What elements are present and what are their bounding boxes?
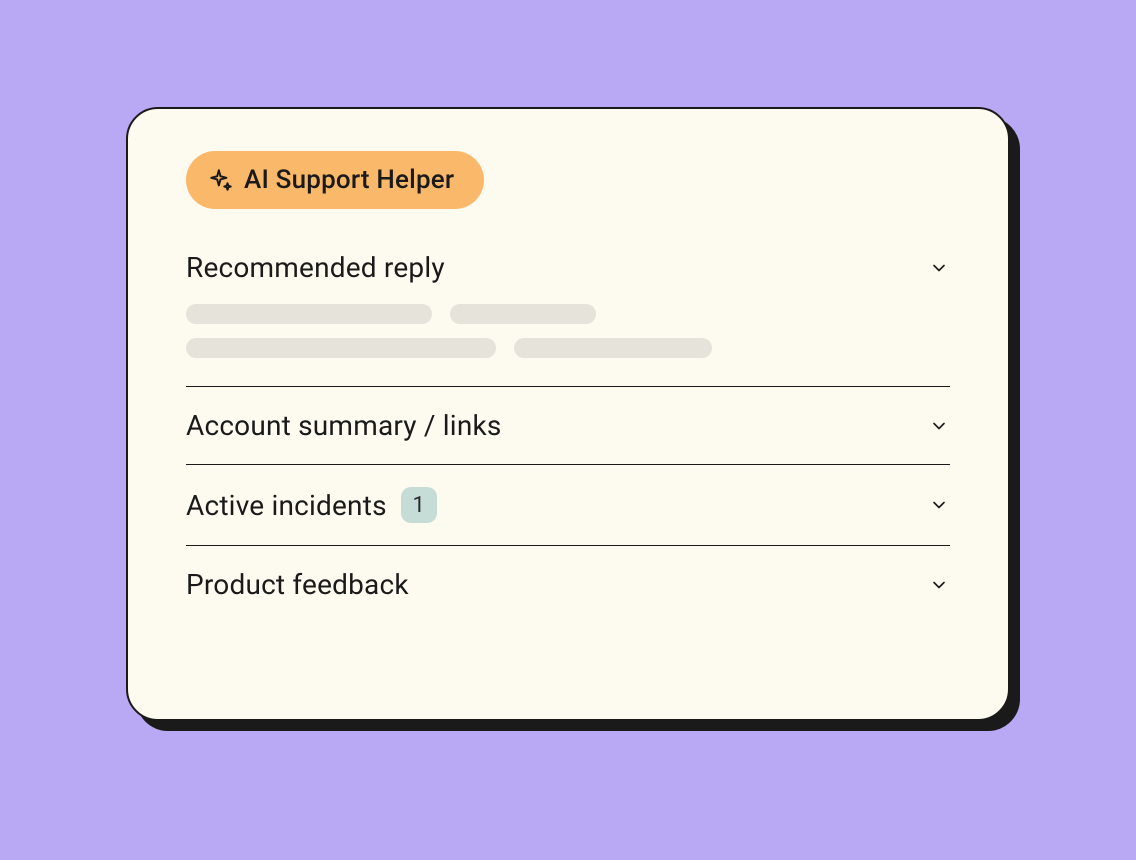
ai-helper-panel: AI Support Helper Recommended reply bbox=[126, 107, 1010, 721]
section-active-incidents: Active incidents 1 bbox=[186, 465, 950, 545]
section-recommended-reply: Recommended reply bbox=[186, 251, 950, 386]
skeleton-line bbox=[514, 338, 712, 358]
skeleton-line bbox=[186, 304, 432, 324]
section-header-account-summary[interactable]: Account summary / links bbox=[186, 387, 950, 464]
skeleton-line bbox=[186, 338, 496, 358]
section-title: Product feedback bbox=[186, 568, 409, 601]
section-header-active-incidents[interactable]: Active incidents 1 bbox=[186, 465, 950, 545]
ai-helper-badge: AI Support Helper bbox=[186, 151, 484, 209]
recommended-reply-placeholder bbox=[186, 304, 950, 386]
section-header-recommended-reply[interactable]: Recommended reply bbox=[186, 251, 950, 304]
section-header-product-feedback[interactable]: Product feedback bbox=[186, 546, 950, 623]
chevron-down-icon bbox=[928, 574, 950, 596]
chevron-down-icon bbox=[928, 415, 950, 437]
section-product-feedback: Product feedback bbox=[186, 546, 950, 623]
chevron-down-icon bbox=[928, 257, 950, 279]
skeleton-line bbox=[450, 304, 596, 324]
chevron-down-icon bbox=[928, 494, 950, 516]
section-account-summary: Account summary / links bbox=[186, 387, 950, 464]
ai-helper-badge-label: AI Support Helper bbox=[244, 165, 454, 195]
section-title: Active incidents bbox=[186, 489, 387, 522]
incident-count-badge: 1 bbox=[401, 487, 437, 523]
section-title: Recommended reply bbox=[186, 251, 445, 284]
sparkle-icon bbox=[208, 167, 234, 193]
section-title: Account summary / links bbox=[186, 409, 502, 442]
